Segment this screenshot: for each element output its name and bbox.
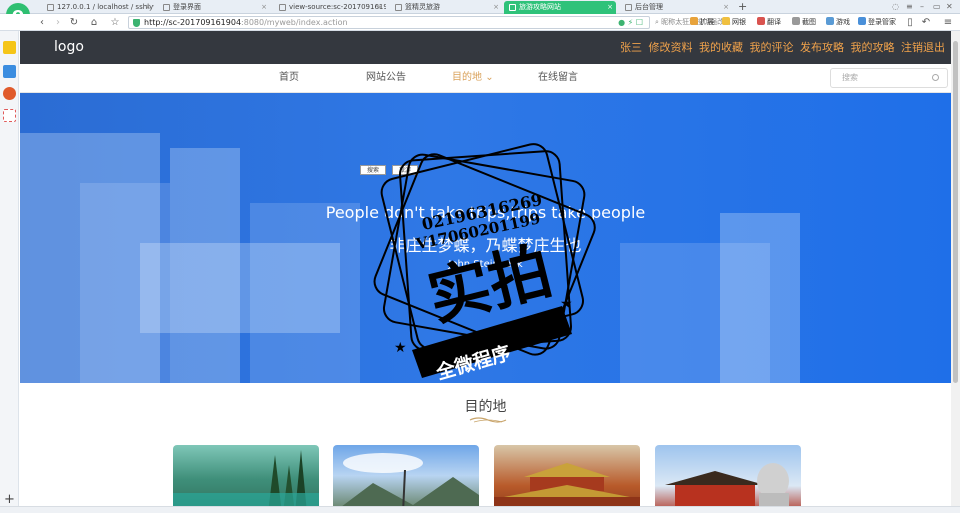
- page-scrollbar[interactable]: [951, 31, 960, 506]
- maximize-icon[interactable]: ▭: [933, 0, 941, 14]
- my-favorites-link[interactable]: 我的收藏: [699, 41, 743, 54]
- url-text: http://sc-201709161904:8080/myweb/index.…: [144, 18, 348, 27]
- nav-home[interactable]: 首页: [279, 64, 299, 91]
- bookmark-star-icon[interactable]: ☆: [108, 16, 122, 29]
- extension-button[interactable]: 游戏: [826, 17, 850, 28]
- destination-card[interactable]: [655, 445, 801, 513]
- site-search-input[interactable]: 搜索: [830, 68, 948, 88]
- window-close-icon[interactable]: ✕: [946, 0, 953, 14]
- bank-icon: [722, 17, 730, 25]
- destination-card[interactable]: [494, 445, 640, 513]
- my-comments-link[interactable]: 我的评论: [750, 41, 794, 54]
- apps-icon: [690, 17, 698, 25]
- security-shield-icon: [133, 19, 140, 27]
- star-icon: ★: [560, 296, 573, 312]
- destination-image: [173, 450, 319, 513]
- forward-icon[interactable]: ›: [51, 16, 65, 29]
- back-icon[interactable]: ‹: [35, 16, 49, 29]
- page-icon: [163, 4, 170, 11]
- extension-button[interactable]: 网银: [722, 17, 746, 28]
- translate-icon: [757, 17, 765, 25]
- destination-image: [494, 463, 640, 513]
- extension-button[interactable]: 截图: [792, 17, 816, 28]
- site-logo[interactable]: logo: [54, 31, 84, 64]
- edit-profile-link[interactable]: 修改资料: [649, 41, 693, 54]
- browser-toolbar: ‹ › ↻ ⌂ ☆ http://sc-201709161904:8080/my…: [0, 14, 960, 31]
- browser-tab[interactable]: view-source:sc-201709161904 ×: [274, 1, 386, 14]
- star-icon: ★: [394, 340, 407, 356]
- publish-guide-link[interactable]: 发布攻略: [800, 41, 844, 54]
- main-nav: 首页 网站公告 目的地 ⌄ 在线留言 搜索: [20, 64, 951, 93]
- weibo-icon[interactable]: [3, 87, 16, 100]
- destination-image: [333, 453, 479, 513]
- url-action-icons[interactable]: ● ⚡ ☐: [618, 17, 643, 28]
- nav-destinations[interactable]: 目的地 ⌄: [452, 64, 494, 91]
- browser-status-bar: [0, 506, 960, 513]
- shield-icon[interactable]: ◌: [892, 0, 899, 14]
- browser-tab[interactable]: 篮精灵旅游 ×: [390, 1, 502, 14]
- gamepad-icon: [826, 17, 834, 25]
- destination-card[interactable]: [173, 445, 319, 513]
- key-icon: [858, 17, 866, 25]
- browser-tab-bar: 127.0.0.1 / localhost / sshlyw × 登录界面 × …: [0, 0, 960, 14]
- browser-tab[interactable]: 后台管理 ×: [620, 1, 732, 14]
- destination-card[interactable]: [333, 445, 479, 513]
- address-bar[interactable]: http://sc-201709161904:8080/myweb/index.…: [128, 16, 650, 29]
- page-icon: [279, 4, 286, 11]
- close-icon[interactable]: ×: [493, 1, 499, 14]
- nav-messages[interactable]: 在线留言: [538, 64, 578, 91]
- page-icon: [625, 4, 632, 11]
- search-icon[interactable]: [932, 74, 939, 81]
- extension-button[interactable]: 翻译: [757, 17, 781, 28]
- page-icon: [47, 4, 54, 11]
- watermark-stamp: 02196316269 V17060201199 实拍 全微程序 ★ ★: [373, 143, 596, 383]
- web-page: logo 张三 修改资料 我的收藏 我的评论 发布攻略 我的攻略 注销退出 首页…: [20, 31, 951, 513]
- menu-icon[interactable]: ≡: [906, 0, 913, 14]
- destinations-title: 目的地: [464, 399, 507, 415]
- browser-tab-active[interactable]: 旅游攻略网站 ×: [504, 1, 616, 14]
- ornament-icon: [469, 417, 507, 423]
- extension-button[interactable]: 登录管家: [858, 17, 896, 28]
- destination-image: [665, 463, 789, 513]
- home-icon[interactable]: ⌂: [87, 16, 101, 29]
- browser-tab[interactable]: 127.0.0.1 / localhost / sshlyw ×: [42, 1, 154, 14]
- close-icon[interactable]: ×: [377, 1, 383, 14]
- logout-link[interactable]: 注销退出: [901, 41, 945, 54]
- close-icon[interactable]: ×: [145, 1, 151, 14]
- close-icon[interactable]: ×: [607, 1, 613, 14]
- close-icon[interactable]: ×: [723, 1, 729, 14]
- user-links: 张三 修改资料 我的收藏 我的评论 发布攻略 我的攻略 注销退出: [617, 31, 945, 64]
- mail-icon[interactable]: [3, 109, 16, 122]
- undo-icon[interactable]: ↶: [919, 16, 933, 29]
- scrollbar-thumb[interactable]: [953, 41, 958, 383]
- browser-side-panel: +: [0, 31, 19, 513]
- page-icon: [509, 4, 516, 11]
- close-icon[interactable]: ×: [261, 1, 267, 14]
- new-tab-button[interactable]: +: [738, 0, 747, 14]
- site-topbar: logo 张三 修改资料 我的收藏 我的评论 发布攻略 我的攻略 注销退出: [20, 31, 951, 64]
- add-panel-icon[interactable]: +: [4, 493, 15, 506]
- banner-scenery: [140, 243, 340, 333]
- reload-icon[interactable]: ↻: [67, 16, 81, 29]
- extension-button[interactable]: 扩展: [690, 17, 714, 28]
- username[interactable]: 张三: [620, 41, 642, 54]
- my-guides-link[interactable]: 我的攻略: [851, 41, 895, 54]
- chevron-down-icon: ⌄: [485, 72, 494, 83]
- phone-icon[interactable]: ▯: [903, 16, 917, 29]
- hero-banner: 搜索 旅游 People don't take trips,trips take…: [20, 93, 951, 383]
- nav-announcements[interactable]: 网站公告: [366, 64, 406, 91]
- settings-menu-icon[interactable]: ≡: [941, 16, 955, 29]
- scissors-icon: [792, 17, 800, 25]
- browser-tab[interactable]: 登录界面 ×: [158, 1, 270, 14]
- minimize-icon[interactable]: –: [920, 0, 924, 14]
- page-icon: [395, 4, 402, 11]
- reading-list-icon[interactable]: [3, 65, 16, 78]
- favorites-star-icon[interactable]: [3, 41, 16, 54]
